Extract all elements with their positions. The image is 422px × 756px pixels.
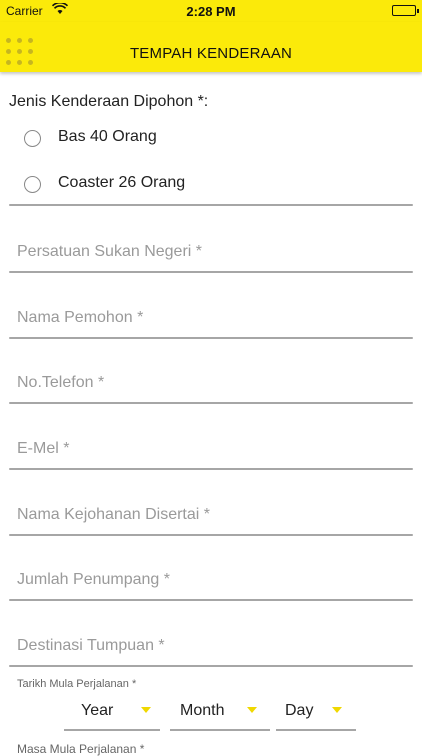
status-time: 2:28 PM <box>186 4 236 19</box>
dropdown-arrow-icon <box>247 707 257 713</box>
telefon-input[interactable] <box>9 365 413 401</box>
nama-pemohon-field[interactable] <box>9 300 413 340</box>
divider <box>9 204 413 206</box>
email-input[interactable] <box>9 431 413 467</box>
radio-label: Coaster 26 Orang <box>58 174 186 191</box>
field-underline <box>9 534 413 536</box>
day-select-value: Day <box>285 702 314 719</box>
battery-icon <box>392 5 419 16</box>
field-underline <box>9 271 413 273</box>
select-underline <box>276 729 356 731</box>
field-underline <box>9 468 413 470</box>
radio-label: Bas 40 Orang <box>58 128 157 145</box>
month-select-value: Month <box>180 702 225 719</box>
email-field[interactable] <box>9 431 413 471</box>
month-select[interactable]: Month <box>170 694 270 731</box>
persatuan-input[interactable] <box>9 234 413 270</box>
field-underline <box>9 665 413 667</box>
destinasi-field[interactable] <box>9 628 413 668</box>
penumpang-field[interactable] <box>9 562 413 602</box>
field-underline <box>9 599 413 601</box>
status-bar: Carrier 2:28 PM <box>0 0 422 22</box>
start-time-label: Masa Mula Perjalanan * <box>17 742 145 756</box>
telefon-field[interactable] <box>9 365 413 405</box>
kejohanan-field[interactable] <box>9 497 413 537</box>
field-underline <box>9 402 413 404</box>
page-title: TEMPAH KENDERAAN <box>129 45 293 62</box>
penumpang-input[interactable] <box>9 562 413 598</box>
nav-bar: TEMPAH KENDERAAN <box>0 22 422 72</box>
dropdown-arrow-icon <box>332 707 342 713</box>
year-select[interactable]: Year <box>64 694 160 731</box>
field-underline <box>9 337 413 339</box>
nama-pemohon-input[interactable] <box>9 300 413 336</box>
vehicle-question: Jenis Kenderaan Dipohon *: <box>9 93 209 110</box>
destinasi-input[interactable] <box>9 628 413 664</box>
select-underline <box>64 729 160 731</box>
year-select-value: Year <box>81 702 114 719</box>
persatuan-field[interactable] <box>9 234 413 274</box>
select-underline <box>170 729 270 731</box>
day-select[interactable]: Day <box>276 694 356 731</box>
dropdown-arrow-icon <box>141 707 151 713</box>
radio-circle-icon[interactable] <box>24 130 41 147</box>
radio-circle-icon[interactable] <box>24 176 41 193</box>
kejohanan-input[interactable] <box>9 497 413 533</box>
start-date-label: Tarikh Mula Perjalanan * <box>17 678 137 690</box>
